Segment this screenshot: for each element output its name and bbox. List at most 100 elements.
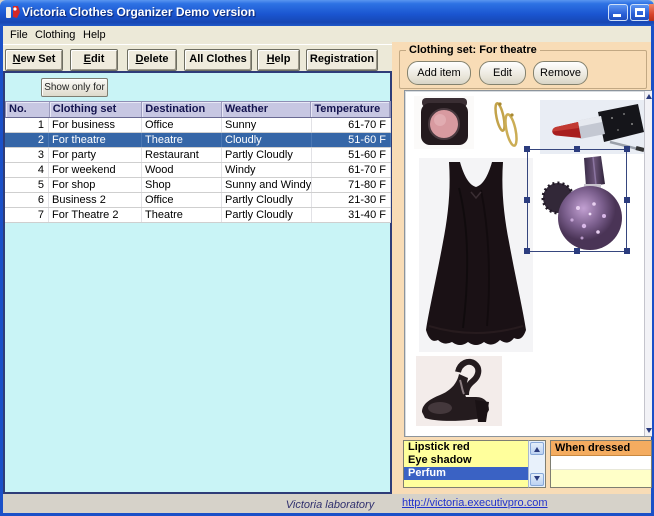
table-cell-weather: Cloudly: [222, 133, 312, 147]
table-row[interactable]: 6Business 2OfficePartly Cloudly21-30 F: [5, 193, 391, 208]
registration-button[interactable]: Registration: [306, 49, 378, 71]
window-title: Victoria Clothes Organizer Demo version: [22, 5, 255, 19]
all-clothes-button[interactable]: All Clothes: [184, 49, 252, 71]
items-list-scrollbar[interactable]: [528, 440, 546, 488]
table-cell-set: Business 2: [49, 193, 142, 207]
menu-file[interactable]: File: [6, 28, 32, 42]
table-cell-set: For business: [49, 118, 142, 132]
table-cell-weather: Windy: [222, 163, 312, 177]
when-dressed-row[interactable]: [551, 456, 651, 470]
close-button[interactable]: [649, 4, 654, 21]
table-cell-temperature: 71-80 F: [312, 178, 391, 192]
item-selection-box[interactable]: [527, 149, 627, 252]
canvas-scrollbar[interactable]: [644, 91, 652, 436]
table-cell-destination: Shop: [142, 178, 222, 192]
maximize-icon: [635, 8, 645, 17]
edit-button[interactable]: Edit: [70, 49, 118, 71]
table-row[interactable]: 7For Theatre 2TheatrePartly Cloudly31-40…: [5, 208, 391, 223]
table-cell-destination: Restaurant: [142, 148, 222, 162]
table-cell-temperature: 51-60 F: [312, 133, 391, 147]
column-header-no[interactable]: No.: [6, 102, 50, 117]
help-button[interactable]: Help: [257, 49, 300, 71]
app-icon: [5, 4, 21, 20]
app-window: Victoria Clothes Organizer Demo version …: [0, 0, 654, 516]
selection-handle-se[interactable]: [624, 248, 630, 254]
item-remove-button[interactable]: Remove: [533, 61, 588, 85]
up-arrow-icon: [534, 447, 540, 452]
table-cell-set: For Theatre 2: [49, 208, 142, 222]
selection-handle-sw[interactable]: [524, 248, 530, 254]
when-dressed-header[interactable]: When dressed: [551, 441, 651, 456]
table-row[interactable]: 5For shopShopSunny and Windy71-80 F: [5, 178, 391, 193]
table-row[interactable]: 4For weekendWoodWindy61-70 F: [5, 163, 391, 178]
minimize-button[interactable]: [608, 4, 628, 21]
selection-handle-s[interactable]: [574, 248, 580, 254]
when-dressed-row[interactable]: [551, 470, 651, 487]
menu-clothing[interactable]: Clothing: [31, 28, 79, 42]
clothing-set-title: Clothing set: For theatre: [406, 44, 540, 56]
table-cell-destination: Office: [142, 118, 222, 132]
column-header-clothing-set[interactable]: Clothing set: [50, 102, 143, 117]
new-set-button[interactable]: New Set: [5, 49, 63, 71]
column-header-weather[interactable]: Weather: [222, 102, 312, 117]
red-lipstick-icon[interactable]: [540, 100, 648, 154]
website-link[interactable]: http://victoria.executivpro.com: [402, 497, 548, 509]
maximize-button[interactable]: [630, 4, 650, 21]
selection-handle-ne[interactable]: [624, 146, 630, 152]
items-list: Lipstick redEye shadowPerfum: [403, 440, 528, 488]
black-heel-shoe-icon[interactable]: [416, 356, 502, 426]
table-cell-no: 6: [5, 193, 49, 207]
vendor-label: Victoria laboratory: [250, 499, 410, 511]
selection-handle-w[interactable]: [524, 197, 530, 203]
selection-handle-nw[interactable]: [524, 146, 530, 152]
list-item[interactable]: Eye shadow: [404, 454, 528, 467]
table-cell-no: 4: [5, 163, 49, 177]
list-item[interactable]: Lipstick red: [404, 441, 528, 454]
table-cell-no: 3: [5, 148, 49, 162]
eye-shadow-compact-icon[interactable]: [414, 96, 474, 149]
table-row[interactable]: 1For businessOfficeSunny61-70 F: [5, 118, 391, 133]
table-body: 1For businessOfficeSunny61-70 F2For thea…: [5, 118, 391, 223]
table-cell-no: 2: [5, 133, 49, 147]
table-cell-temperature: 51-60 F: [312, 148, 391, 162]
list-item[interactable]: Perfum: [404, 467, 528, 480]
list-scroll-up-button[interactable]: [530, 442, 544, 455]
table-cell-weather: Partly Cloudly: [222, 148, 312, 162]
item-edit-button[interactable]: Edit: [479, 61, 526, 85]
table-cell-temperature: 31-40 F: [312, 208, 391, 222]
menu-help[interactable]: Help: [79, 28, 110, 42]
table-header: No. Clothing set Destination Weather Tem…: [5, 101, 391, 118]
add-item-button[interactable]: Add item: [407, 61, 471, 85]
list-scroll-down-button[interactable]: [530, 473, 544, 486]
table-cell-set: For theatre: [49, 133, 142, 147]
column-header-temperature[interactable]: Temperature: [311, 102, 390, 117]
table-cell-set: For party: [49, 148, 142, 162]
table-cell-set: For shop: [49, 178, 142, 192]
table-cell-no: 5: [5, 178, 49, 192]
column-header-destination[interactable]: Destination: [142, 102, 222, 117]
table-cell-weather: Sunny and Windy: [222, 178, 312, 192]
selection-handle-n[interactable]: [574, 146, 580, 152]
scroll-up-icon[interactable]: [646, 94, 652, 99]
table-cell-no: 7: [5, 208, 49, 222]
table-row[interactable]: 3For partyRestaurantPartly Cloudly51-60 …: [5, 148, 391, 163]
scroll-down-icon[interactable]: [646, 428, 652, 433]
table-cell-no: 1: [5, 118, 49, 132]
table-row[interactable]: 2For theatreTheatreCloudly51-60 F: [5, 133, 391, 148]
table-cell-destination: Office: [142, 193, 222, 207]
down-arrow-icon: [534, 476, 540, 481]
gold-earrings-icon[interactable]: [490, 100, 522, 148]
table-cell-weather: Partly Cloudly: [222, 208, 312, 222]
when-dressed-list: When dressed: [550, 440, 652, 488]
title-bar: Victoria Clothes Organizer Demo version: [0, 0, 654, 26]
selection-handle-e[interactable]: [624, 197, 630, 203]
table-cell-weather: Sunny: [222, 118, 312, 132]
show-only-for-button[interactable]: Show only for: [41, 78, 108, 97]
table-cell-destination: Wood: [142, 163, 222, 177]
table-cell-weather: Partly Cloudly: [222, 193, 312, 207]
minimize-icon: [613, 14, 621, 17]
delete-button[interactable]: Delete: [127, 49, 177, 71]
table-cell-temperature: 21-30 F: [312, 193, 391, 207]
clothing-sets-table: No. Clothing set Destination Weather Tem…: [5, 101, 391, 223]
black-dress-icon[interactable]: [419, 158, 533, 352]
